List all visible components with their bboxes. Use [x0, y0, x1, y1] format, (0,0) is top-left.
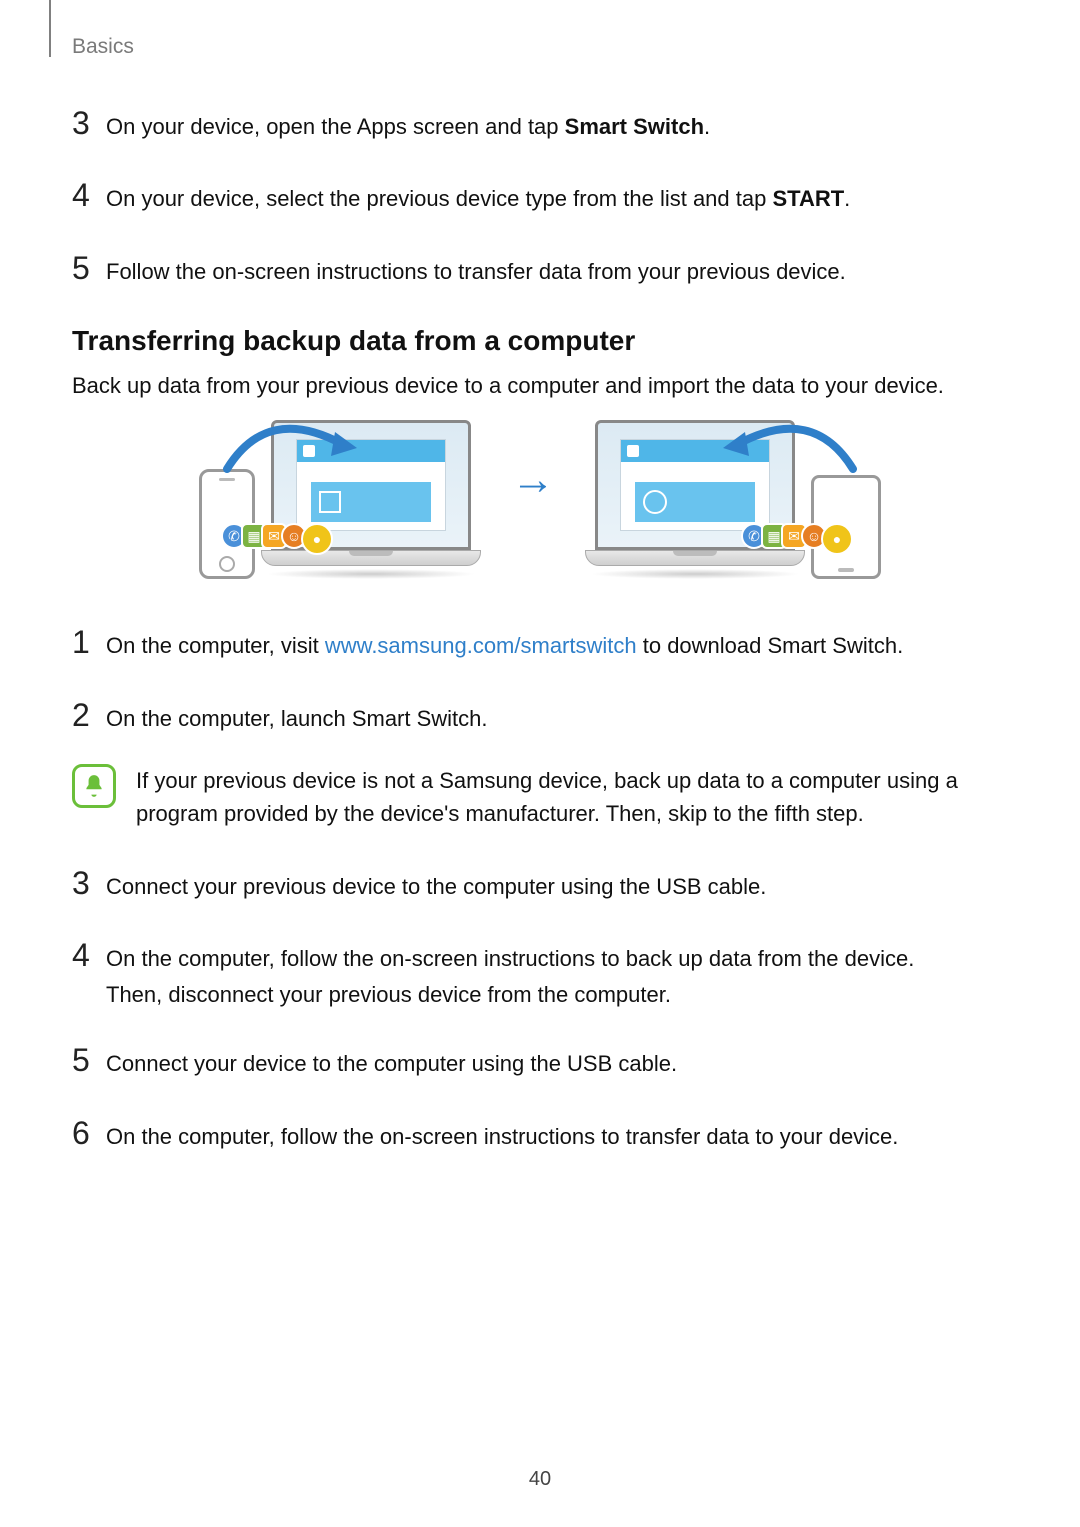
step-text-pre: On the computer, visit: [106, 633, 325, 658]
laptop-shadow: [590, 569, 800, 579]
data-icons-cluster: ✆ ▦ ✉ ☺ ●: [227, 523, 333, 555]
section-intro: Back up data from your previous device t…: [72, 369, 1008, 402]
step-text-post: .: [704, 114, 710, 139]
arrow-right-icon: →: [511, 455, 555, 545]
step-3: 3 On your device, open the Apps screen a…: [72, 100, 1008, 146]
step-text-pre: On your device, select the previous devi…: [106, 186, 772, 211]
figure-panel-restore: ✆ ▦ ✉ ☺ ●: [585, 420, 881, 579]
step-4: 4 On your device, select the previous de…: [72, 172, 1008, 218]
header-rule: [49, 0, 51, 57]
step-number: 1: [72, 619, 106, 665]
step-4b: 4 On the computer, follow the on-screen …: [72, 932, 1008, 1011]
step-1: 1 On the computer, visit www.samsung.com…: [72, 619, 1008, 665]
step-text-post: .: [844, 186, 850, 211]
step-number: 5: [72, 245, 106, 291]
laptop-shadow: [266, 569, 476, 579]
step-5: 5 Follow the on-screen instructions to t…: [72, 245, 1008, 291]
step-text: On the computer, launch Smart Switch.: [106, 700, 488, 735]
page-content: 3 On your device, open the Apps screen a…: [72, 0, 1008, 1156]
data-icon: ●: [301, 523, 333, 555]
step-text-post: to download Smart Switch.: [637, 633, 904, 658]
app-body-backup: [311, 482, 431, 522]
data-icons-cluster: ✆ ▦ ✉ ☺ ●: [747, 523, 853, 555]
laptop-icon: [585, 420, 805, 579]
step-text-pre: Follow the on-screen instructions to tra…: [106, 259, 846, 284]
step-text: Connect your device to the computer usin…: [106, 1045, 677, 1080]
step-text: On your device, select the previous devi…: [106, 180, 850, 215]
step-6b: 6 On the computer, follow the on-screen …: [72, 1110, 1008, 1156]
step-number: 4: [72, 172, 106, 218]
step-number: 6: [72, 1110, 106, 1156]
step-5b: 5 Connect your device to the computer us…: [72, 1037, 1008, 1083]
step-2: 2 On the computer, launch Smart Switch.: [72, 692, 1008, 738]
data-icon: ●: [821, 523, 853, 555]
step-text-pre: On your device, open the Apps screen and…: [106, 114, 565, 139]
smartswitch-window: [620, 439, 770, 531]
step-text: On your device, open the Apps screen and…: [106, 108, 710, 143]
app-title-bar: [621, 440, 769, 462]
note-callout: If your previous device is not a Samsung…: [72, 764, 1008, 830]
header-section-label: Basics: [72, 35, 134, 59]
step-number: 3: [72, 100, 106, 146]
smartswitch-link[interactable]: www.samsung.com/smartswitch: [325, 633, 637, 658]
step-text-bold: START: [772, 186, 844, 211]
step-number: 2: [72, 692, 106, 738]
step-text: On the computer, follow the on-screen in…: [106, 940, 914, 1011]
step-number: 5: [72, 1037, 106, 1083]
page: Basics 3 On your device, open the Apps s…: [0, 0, 1080, 1527]
step-3b: 3 Connect your previous device to the co…: [72, 860, 1008, 906]
step-text-line2: Then, disconnect your previous device fr…: [106, 979, 914, 1011]
step-text-bold: Smart Switch: [565, 114, 704, 139]
smartswitch-window: [296, 439, 446, 531]
step-number: 4: [72, 932, 106, 978]
step-number: 3: [72, 860, 106, 906]
step-text: On the computer, follow the on-screen in…: [106, 1118, 898, 1153]
step-text: On the computer, visit www.samsung.com/s…: [106, 627, 903, 662]
step-text-line1: On the computer, follow the on-screen in…: [106, 946, 914, 971]
note-bell-icon: [72, 764, 116, 808]
section-heading: Transferring backup data from a computer: [72, 325, 1008, 357]
figure-panel-backup: ✆ ▦ ✉ ☺ ●: [199, 420, 481, 579]
page-number: 40: [0, 1468, 1080, 1491]
app-title-bar: [297, 440, 445, 462]
transfer-figure: ✆ ▦ ✉ ☺ ● →: [72, 420, 1008, 579]
app-body-restore: [635, 482, 755, 522]
step-text: Follow the on-screen instructions to tra…: [106, 253, 846, 288]
note-text: If your previous device is not a Samsung…: [136, 764, 1008, 830]
step-text: Connect your previous device to the comp…: [106, 868, 766, 903]
laptop-icon: [261, 420, 481, 579]
